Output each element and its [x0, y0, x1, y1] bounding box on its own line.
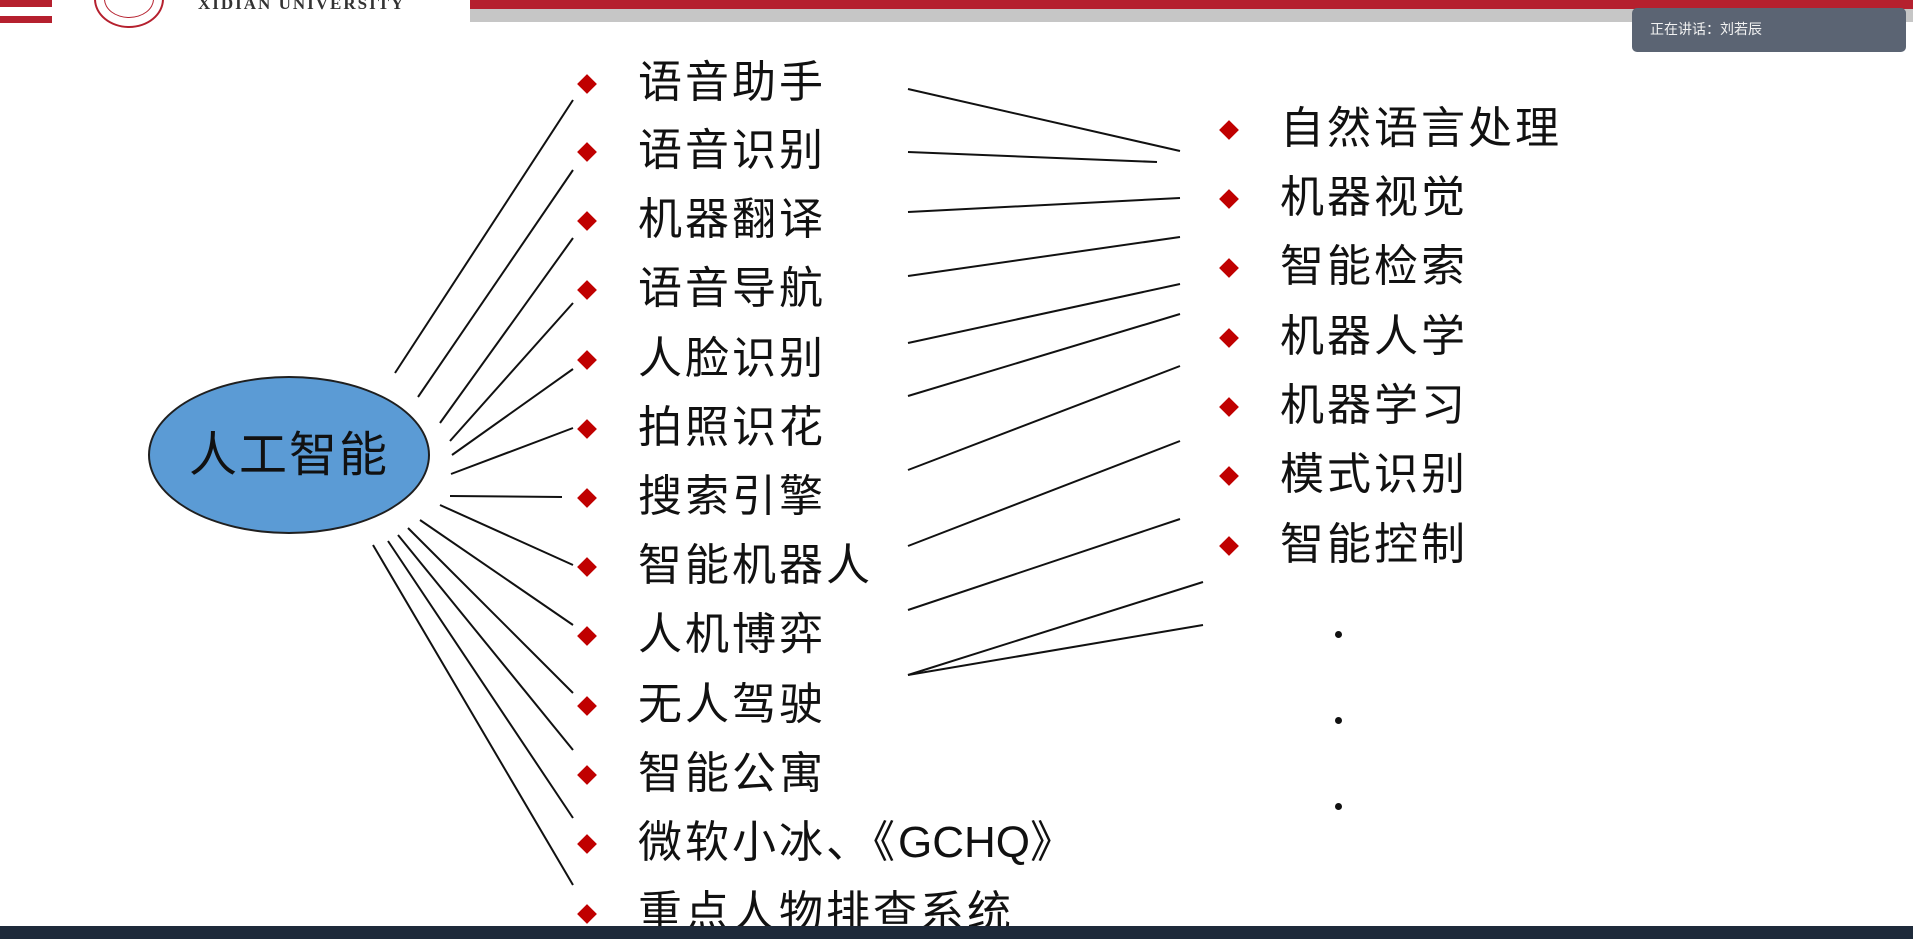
connector-line [907, 518, 1181, 611]
xiaoice-prefix: 微软小冰、《 [638, 817, 898, 868]
ellipsis-dot [1335, 717, 1342, 724]
connector-line [439, 504, 574, 566]
technology-label: 机器视觉 [1280, 172, 1468, 223]
connector-line [387, 540, 574, 819]
connector-line [907, 365, 1181, 471]
application-label: 无人驾驶 [638, 679, 826, 730]
technology-label: 智能控制 [1280, 519, 1468, 570]
technology-label: 机器人学 [1280, 311, 1468, 362]
technology-label: 智能检索 [1280, 241, 1468, 292]
ellipsis-dot [1335, 631, 1342, 638]
connector-line [372, 544, 574, 886]
connector-line [907, 440, 1181, 547]
connector-line [419, 519, 574, 626]
connector-line [907, 197, 1181, 213]
technology-label: 自然语言处理 [1280, 103, 1562, 154]
connector-line [397, 534, 574, 751]
connector-line [449, 495, 563, 498]
application-label: 智能公寓 [638, 748, 826, 799]
application-label: 人机博弈 [638, 609, 826, 660]
application-label: 拍照识花 [638, 402, 826, 453]
application-label: 微软小冰、《GCHQ》 [638, 814, 1077, 872]
connector-line [450, 427, 574, 475]
application-label: 搜索引擎 [638, 471, 826, 522]
ai-center-node: 人工智能 [148, 376, 430, 534]
taskbar [0, 926, 1913, 939]
application-label: 语音导航 [638, 263, 826, 314]
connector-line [907, 624, 1204, 676]
technology-label: 机器学习 [1280, 380, 1468, 431]
ellipsis-dot [1335, 803, 1342, 810]
application-label: 机器翻译 [638, 194, 826, 245]
application-label: 人脸识别 [638, 333, 826, 384]
xiaoice-suffix: 》 [1030, 817, 1077, 868]
slide-stage: XIDIAN UNIVERSITY 正在讲话：刘若辰 人工智能 语音助手 语音识… [0, 0, 1913, 939]
connector-line [907, 236, 1181, 277]
xiaoice-latin: GCHQ [898, 818, 1030, 867]
connector-line [417, 169, 574, 398]
connector-line [907, 88, 1181, 152]
connector-line [907, 313, 1181, 397]
application-label: 智能机器人 [638, 540, 873, 591]
technology-label: 模式识别 [1280, 449, 1468, 500]
connector-line [907, 151, 1158, 163]
connector-line [907, 283, 1181, 344]
application-label: 语音识别 [638, 125, 826, 176]
application-label: 语音助手 [638, 57, 826, 108]
